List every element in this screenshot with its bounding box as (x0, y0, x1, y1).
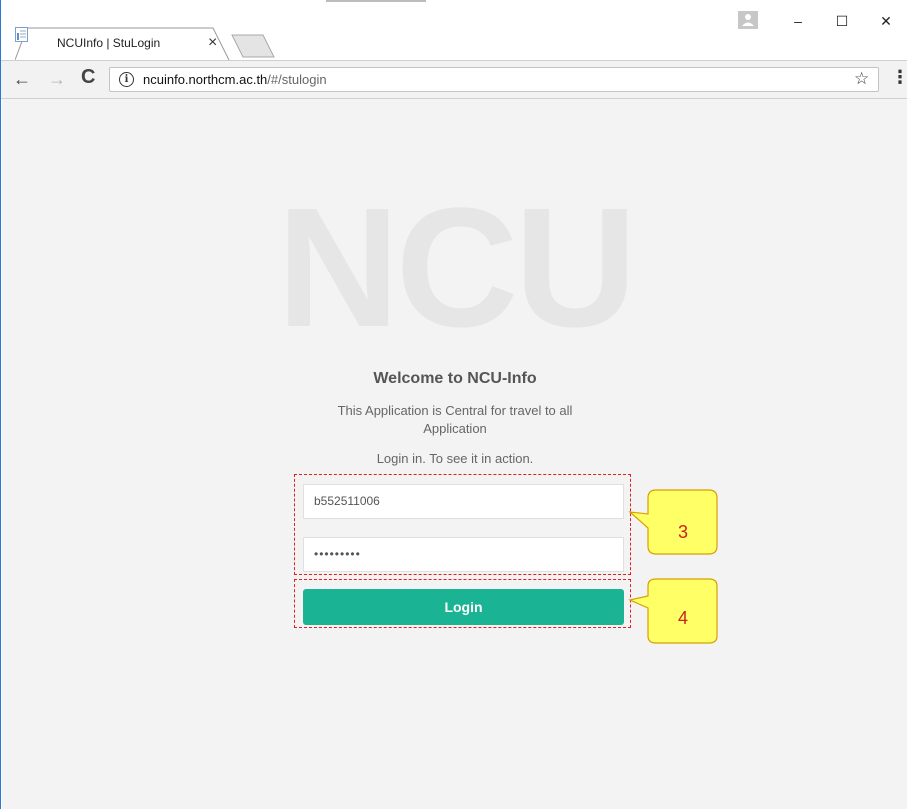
callout-shape (628, 578, 718, 644)
callout-3: 3 (626, 488, 721, 563)
back-arrow-icon[interactable]: ← (13, 69, 31, 89)
profile-icon[interactable] (738, 11, 758, 29)
browser-window: NCUInfo | StuLogin × – ☐ ✕ ← → C i ncuin… (0, 0, 907, 809)
tab-title: NCUInfo | StuLogin (57, 36, 161, 50)
tab-close-icon[interactable]: × (208, 33, 217, 53)
welcome-title: Welcome to NCU-Info (373, 370, 537, 387)
app-description: This Application is Central for travel t… (337, 403, 573, 436)
top-accent-line (326, 0, 426, 2)
reload-icon[interactable]: C (81, 67, 95, 87)
title-bar: NCUInfo | StuLogin × – ☐ ✕ (1, 0, 907, 60)
callout-3-number: 3 (678, 522, 689, 542)
page-content: NCU Welcome to NCU-Info This Application… (2, 99, 907, 809)
callout-4: 4 (626, 578, 721, 653)
ncu-watermark-logo: NCU (276, 173, 637, 363)
window-minimize-button[interactable]: – (786, 13, 810, 33)
url-path: /#/stulogin (267, 72, 327, 87)
new-tab-button[interactable] (231, 34, 275, 58)
annotation-box-credentials (294, 474, 631, 575)
bookmark-star-icon[interactable]: ☆ (854, 69, 869, 89)
url-text: ncuinfo.northcm.ac.th/#/stulogin (143, 72, 327, 87)
url-host: ncuinfo.northcm.ac.th (143, 72, 268, 87)
login-hint: Login in. To see it in action. (376, 451, 534, 466)
address-bar[interactable]: i ncuinfo.northcm.ac.th/#/stulogin ☆ (109, 67, 879, 92)
site-info-icon[interactable]: i (119, 72, 134, 87)
window-close-button[interactable]: ✕ (874, 13, 898, 33)
annotation-box-login (294, 579, 631, 628)
callout-4-number: 4 (678, 608, 689, 628)
browser-toolbar: ← → C i ncuinfo.northcm.ac.th/#/stulogin… (1, 60, 907, 99)
browser-menu-icon[interactable]: ⋮ (891, 67, 907, 87)
tab-ncuinfo[interactable]: NCUInfo | StuLogin × (15, 27, 231, 60)
page-favicon-icon (15, 27, 28, 42)
callout-shape (628, 489, 718, 555)
forward-arrow-icon[interactable]: → (48, 69, 66, 89)
window-maximize-button[interactable]: ☐ (830, 13, 854, 33)
